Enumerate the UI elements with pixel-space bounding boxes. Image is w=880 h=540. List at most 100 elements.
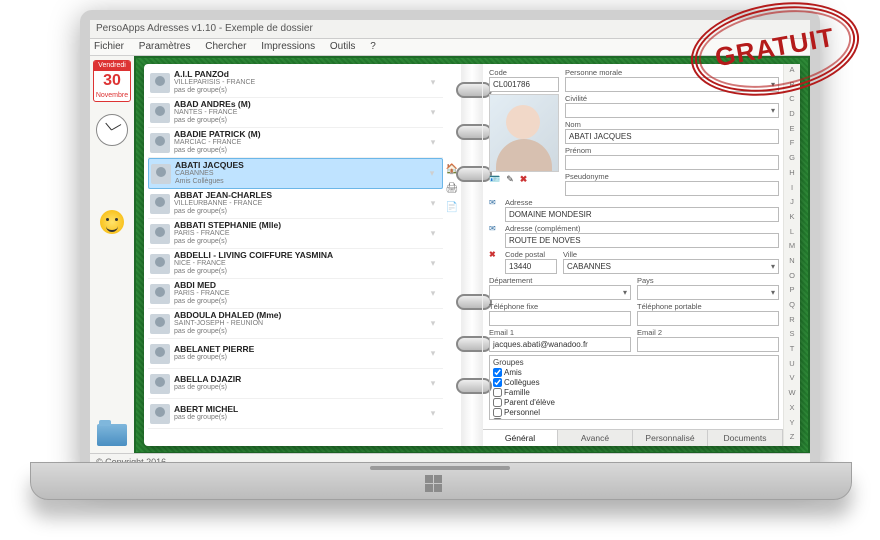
group-checkbox[interactable]: [493, 388, 502, 397]
alpha-F[interactable]: F: [784, 137, 800, 152]
tab-general[interactable]: Général: [483, 430, 558, 446]
contact-avatar: [150, 344, 170, 364]
menu-impressions[interactable]: Impressions: [261, 41, 315, 52]
alpha-G[interactable]: G: [784, 152, 800, 167]
contact-row[interactable]: ABAD ANDREs (M)NANTES - FRANCEpas de gro…: [148, 98, 443, 128]
contact-row[interactable]: ABDI MEDPARIS - FRANCEpas de groupe(s)▾: [148, 279, 443, 309]
field-cp[interactable]: 13440: [505, 259, 557, 274]
group-checkbox[interactable]: [493, 378, 502, 387]
label-tel-port: Téléphone portable: [637, 302, 779, 311]
menu-help[interactable]: ?: [370, 41, 376, 52]
group-option[interactable]: Famille: [493, 388, 775, 398]
alpha-R[interactable]: R: [784, 314, 800, 329]
alpha-O[interactable]: O: [784, 270, 800, 285]
field-tel-fixe[interactable]: [489, 311, 631, 326]
field-tel-port[interactable]: [637, 311, 779, 326]
contact-row[interactable]: ABBAT JEAN-CHARLESVILLEURBANNE - FRANCEp…: [148, 189, 443, 219]
contact-row[interactable]: ABADIE PATRICK (M)MARCIAC - FRANCEpas de…: [148, 128, 443, 158]
tab-avance[interactable]: Avancé: [558, 430, 633, 446]
group-option[interactable]: Personnel: [493, 408, 775, 418]
alpha-L[interactable]: L: [784, 226, 800, 241]
field-nom[interactable]: ABATI JACQUES: [565, 129, 779, 144]
tab-documents[interactable]: Documents: [708, 430, 783, 446]
detail-panel: Code CL001786 Personne morale: [483, 64, 783, 446]
alpha-D[interactable]: D: [784, 108, 800, 123]
alpha-X[interactable]: X: [784, 402, 800, 417]
menu-fichier[interactable]: Fichier: [94, 41, 124, 52]
alpha-A[interactable]: A: [784, 64, 800, 79]
group-checkbox[interactable]: [493, 398, 502, 407]
contact-row[interactable]: ABATI JACQUESCABANNESAmis Collègues▾: [148, 158, 443, 189]
print-icon[interactable]: 🖨: [445, 183, 459, 194]
alpha-K[interactable]: K: [784, 211, 800, 226]
mail-icon[interactable]: ✉: [489, 198, 499, 222]
field-adresse2[interactable]: ROUTE DE NOVES: [505, 233, 779, 248]
group-checkbox[interactable]: [493, 368, 502, 377]
menu-chercher[interactable]: Chercher: [205, 41, 246, 52]
contact-row[interactable]: ABDOULA DHALED (Mme)SAINT-JOSEPH - REUNI…: [148, 309, 443, 339]
field-civilite[interactable]: [565, 103, 779, 118]
alpha-N[interactable]: N: [784, 255, 800, 270]
menu-outils[interactable]: Outils: [330, 41, 356, 52]
photo-edit-icon[interactable]: ✎: [506, 174, 514, 185]
group-option[interactable]: Professionnel: [493, 418, 775, 420]
alpha-W[interactable]: W: [784, 387, 800, 402]
contact-groups: pas de groupe(s): [174, 414, 425, 422]
alpha-Q[interactable]: Q: [784, 299, 800, 314]
group-option[interactable]: Parent d'élève: [493, 398, 775, 408]
contact-row[interactable]: ABELANET PIERREpas de groupe(s)▾: [148, 339, 443, 369]
field-dept[interactable]: [489, 285, 631, 300]
app-window: PersoApps Adresses v1.10 - Exemple de do…: [80, 10, 820, 480]
contact-row[interactable]: ABERT MICHELpas de groupe(s)▾: [148, 399, 443, 429]
group-option[interactable]: Amis: [493, 368, 775, 378]
photo-delete-icon[interactable]: ✖: [520, 174, 528, 185]
alpha-U[interactable]: U: [784, 358, 800, 373]
alpha-E[interactable]: E: [784, 123, 800, 138]
field-pseudo[interactable]: [565, 181, 779, 196]
menu-parametres[interactable]: Paramètres: [139, 41, 191, 52]
alpha-B[interactable]: B: [784, 79, 800, 94]
contact-row[interactable]: ABELLA DJAZIRpas de groupe(s)▾: [148, 369, 443, 399]
contact-location: VILLEURBANNE - FRANCE: [174, 200, 425, 208]
group-checkbox[interactable]: [493, 418, 502, 420]
contact-row[interactable]: ABDELLI - LIVING COIFFURE YASMINANICE - …: [148, 249, 443, 279]
export-icon[interactable]: 📄: [445, 202, 459, 213]
contact-avatar: [151, 164, 171, 184]
tab-personnalise[interactable]: Personnalisé: [633, 430, 708, 446]
field-email1[interactable]: jacques.abati@wanadoo.fr: [489, 337, 631, 352]
alpha-P[interactable]: P: [784, 284, 800, 299]
group-checkbox[interactable]: [493, 408, 502, 417]
contact-list[interactable]: A.I.L PANZOdVILLEPARISIS - FRANCEpas de …: [148, 68, 443, 442]
alpha-M[interactable]: M: [784, 240, 800, 255]
alpha-Z[interactable]: Z: [784, 431, 800, 446]
alpha-T[interactable]: T: [784, 343, 800, 358]
field-pers-morale[interactable]: [565, 77, 779, 92]
photo-card-icon[interactable]: 🪪: [489, 174, 500, 185]
alpha-J[interactable]: J: [784, 196, 800, 211]
contact-groups: pas de groupe(s): [174, 117, 425, 125]
contact-photo[interactable]: [489, 94, 559, 172]
main-content: Vendredi 30 Novembre A.I.L PANZOdVILLEPA…: [90, 56, 810, 454]
field-ville[interactable]: CABANNES: [563, 259, 779, 274]
field-code[interactable]: CL001786: [489, 77, 559, 92]
field-email2[interactable]: [637, 337, 779, 352]
folder-gadget[interactable]: [97, 424, 127, 446]
group-option[interactable]: Collègues: [493, 378, 775, 388]
contact-groups: pas de groupe(s): [174, 354, 425, 362]
contact-groups: pas de groupe(s): [174, 268, 425, 276]
alpha-S[interactable]: S: [784, 328, 800, 343]
alpha-C[interactable]: C: [784, 93, 800, 108]
alpha-H[interactable]: H: [784, 167, 800, 182]
alpha-Y[interactable]: Y: [784, 417, 800, 432]
contact-row[interactable]: A.I.L PANZOdVILLEPARISIS - FRANCEpas de …: [148, 68, 443, 98]
contact-row[interactable]: ABBATI STEPHANIE (Mlle)PARIS - FRANCEpas…: [148, 219, 443, 249]
clear-cp-icon[interactable]: ✖: [489, 250, 499, 274]
alpha-V[interactable]: V: [784, 372, 800, 387]
field-pays[interactable]: [637, 285, 779, 300]
mail-icon-2[interactable]: ✉: [489, 224, 499, 248]
field-prenom[interactable]: [565, 155, 779, 170]
label-ville: Ville: [563, 250, 779, 259]
field-adresse[interactable]: DOMAINE MONDESIR: [505, 207, 779, 222]
alpha-I[interactable]: I: [784, 182, 800, 197]
alpha-index: ABCDEFGHIJKLMNOPQRSTUVWXYZ: [783, 64, 800, 446]
